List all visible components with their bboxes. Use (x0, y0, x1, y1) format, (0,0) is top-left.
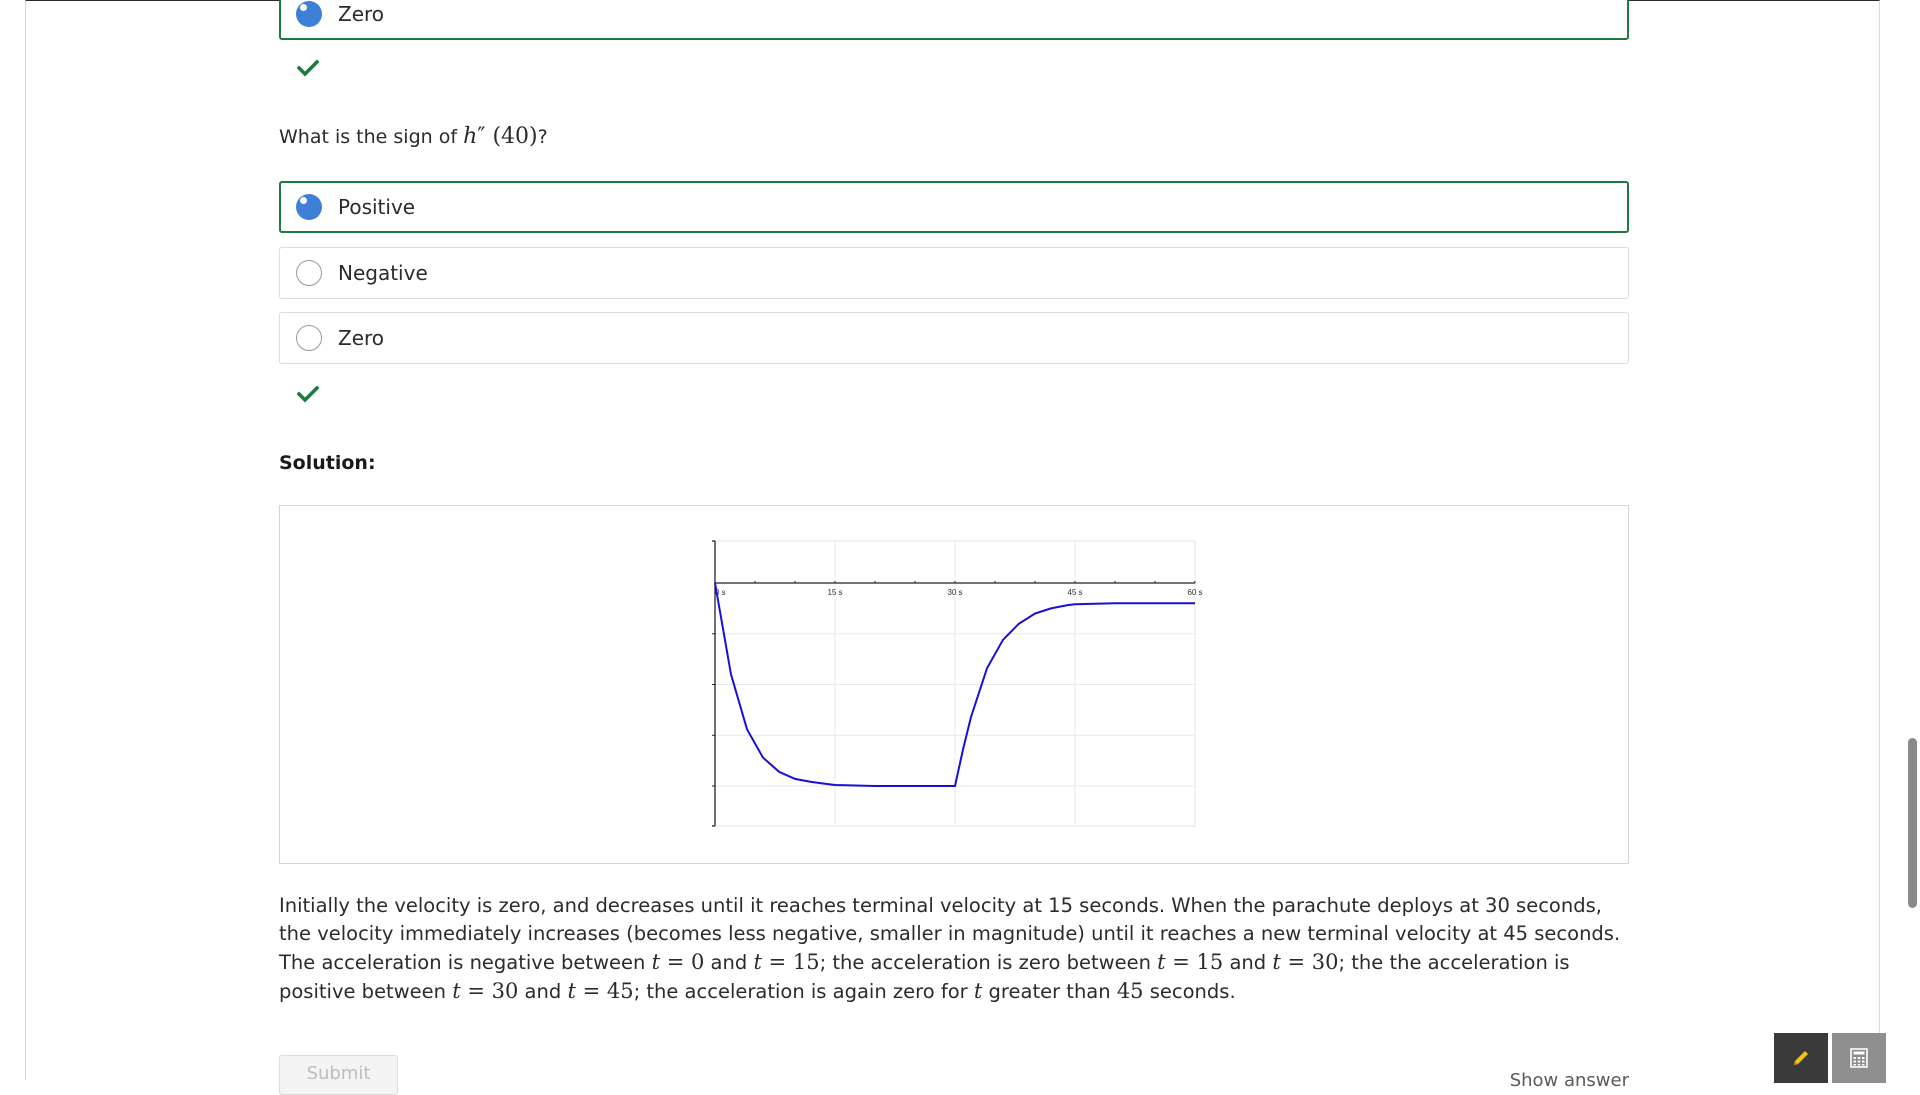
option-positive[interactable]: Positive (279, 181, 1629, 233)
option-label: Positive (338, 195, 416, 219)
x-tick-label: 30 s (947, 588, 962, 597)
checkmark-icon (297, 59, 319, 77)
radio-selected-icon[interactable] (296, 1, 322, 27)
solution-explanation: Initially the velocity is zero, and decr… (279, 894, 1621, 1003)
checkmark-icon (297, 385, 319, 403)
pencil-button[interactable] (1774, 1033, 1828, 1083)
solution-figure: 0 s 15 s 30 s 45 s 60 s (279, 505, 1629, 864)
x-tick-label: 45 s (1067, 588, 1082, 597)
option-label: Negative (338, 261, 428, 285)
scrollbar-track[interactable] (1905, 0, 1920, 1080)
math-expression: h″ (40) (463, 124, 538, 149)
show-answer-link[interactable]: Show answer (1510, 1070, 1629, 1091)
radio-empty-icon[interactable] (296, 260, 322, 286)
velocity-chart: 0 s 15 s 30 s 45 s 60 s (712, 540, 1203, 827)
option-label: Zero (338, 2, 385, 26)
pencil-icon (1794, 1051, 1808, 1065)
submit-button[interactable]: Submit (279, 1055, 398, 1095)
option-label: Zero (338, 326, 385, 350)
x-tick-label: 15 s (827, 588, 842, 597)
option-zero[interactable]: Zero (279, 312, 1629, 364)
previous-option-zero[interactable]: Zero (279, 0, 1629, 40)
scrollbar-thumb[interactable] (1908, 738, 1917, 908)
radio-selected-icon[interactable] (296, 194, 322, 220)
calculator-button[interactable] (1832, 1033, 1886, 1083)
calculator-icon (1850, 1048, 1868, 1068)
x-tick-label: 60 s (1187, 588, 1202, 597)
solution-title: Solution: (279, 452, 376, 474)
radio-empty-icon[interactable] (296, 325, 322, 351)
option-negative[interactable]: Negative (279, 247, 1629, 299)
question-text: What is the sign of h″ (40)? (279, 124, 548, 149)
